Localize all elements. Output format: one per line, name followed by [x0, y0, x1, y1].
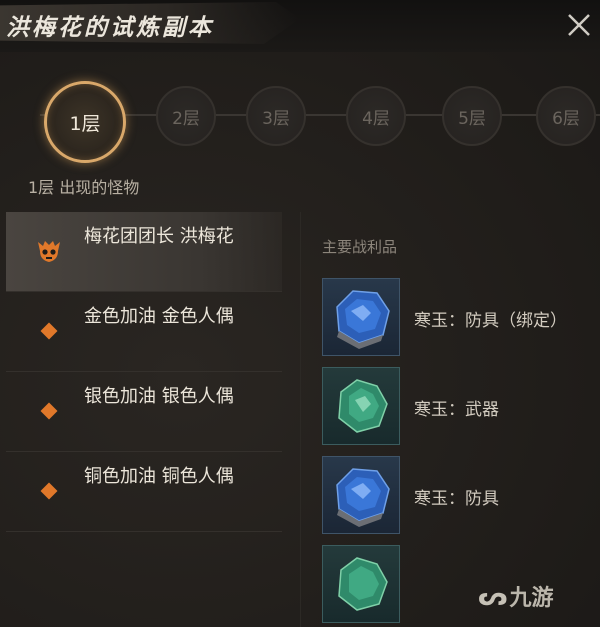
floor-tab-2[interactable]: 2层: [156, 86, 216, 146]
loot-item[interactable]: 寒玉：防具: [322, 456, 592, 534]
loot-name: 寒玉：防具: [414, 489, 499, 509]
panel-divider: [300, 212, 301, 627]
dungeon-panel: 洪梅花的试炼副本 1层 2层 3层 4层 5层 6层 1层 出现的怪物 梅花团团…: [0, 0, 600, 627]
blue-jade-icon: [322, 278, 400, 356]
floor-tab-5[interactable]: 5层: [442, 86, 502, 146]
loot-item[interactable]: 寒玉：武器: [322, 367, 592, 445]
monster-list: 梅花团团长 洪梅花 金色加油 金色人偶 银色加油 银色人偶 铜色加油 铜色人偶: [6, 212, 282, 532]
floor-caption: 1层 出现的怪物: [28, 178, 140, 197]
monster-name: 银色加油 银色人偶: [84, 386, 234, 407]
floor-tab-4[interactable]: 4层: [346, 86, 406, 146]
loot-name: 寒玉：武器: [414, 400, 499, 420]
diamond-icon: [34, 396, 64, 426]
blue-jade-icon: [322, 456, 400, 534]
monster-item-silver[interactable]: 银色加油 银色人偶: [6, 372, 282, 452]
diamond-icon: [34, 316, 64, 346]
page-title: 洪梅花的试炼副本: [6, 14, 214, 41]
watermark-text: 九游: [509, 586, 554, 611]
loot-item[interactable]: 寒玉：防具（绑定）: [322, 278, 592, 356]
boss-skull-icon: [34, 236, 64, 266]
floor-tab-6[interactable]: 6层: [536, 86, 596, 146]
green-jade-icon: [322, 367, 400, 445]
green-jade-icon: [322, 545, 400, 623]
monster-item-bronze[interactable]: 铜色加油 铜色人偶: [6, 452, 282, 532]
loot-name: 寒玉：防具（绑定）: [414, 311, 567, 331]
swirl-logo-icon: ᔕ: [478, 582, 508, 612]
diamond-icon: [34, 476, 64, 506]
watermark: ᔕ九游: [478, 580, 554, 612]
monster-name: 金色加油 金色人偶: [84, 306, 234, 327]
close-icon: [568, 14, 590, 36]
monster-item-boss[interactable]: 梅花团团长 洪梅花: [6, 212, 282, 292]
loot-header: 主要战利品: [322, 238, 398, 256]
monster-name: 铜色加油 铜色人偶: [84, 466, 234, 487]
monster-item-gold[interactable]: 金色加油 金色人偶: [6, 292, 282, 372]
floor-tab-3[interactable]: 3层: [246, 86, 306, 146]
close-button[interactable]: [562, 10, 596, 44]
monster-name: 梅花团团长 洪梅花: [84, 226, 234, 247]
title-bar: 洪梅花的试炼副本: [0, 0, 600, 52]
floor-tab-1[interactable]: 1层: [44, 81, 126, 163]
